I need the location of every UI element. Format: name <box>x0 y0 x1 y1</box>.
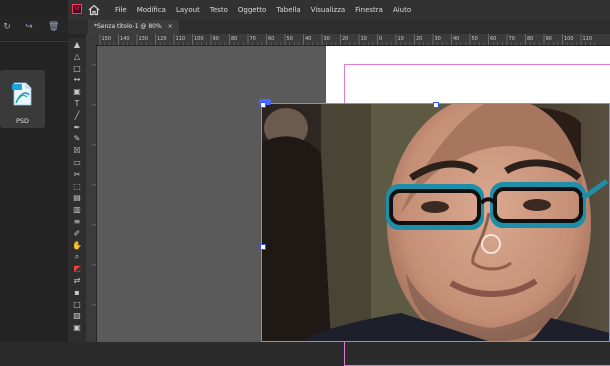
ruler-tick-label: 20 <box>342 36 348 42</box>
document-tab-bar: *Senza titolo-1 @ 80% × <box>68 20 610 34</box>
menu-item-modifica[interactable]: Modifica <box>132 0 171 20</box>
swap-icon[interactable]: ⇄ <box>72 276 82 285</box>
menu-bar: Id File Modifica Layout Testo Oggetto Tabella… <box>68 0 610 20</box>
share-icon[interactable]: ↪ <box>24 22 34 32</box>
ruler-tick-label: 50 <box>287 36 293 42</box>
content-grabber[interactable] <box>481 234 501 254</box>
ruler-tick-label: 110 <box>583 36 593 42</box>
ruler-tick-label: 60 <box>268 36 274 42</box>
view-mode-icon[interactable]: ▣ <box>72 323 82 332</box>
gap-tool-icon[interactable]: ↔ <box>72 75 82 84</box>
zoom-icon[interactable]: ⌕ <box>72 252 82 261</box>
main-menu: File Modifica Layout Testo Oggetto Tabella Vis… <box>110 0 416 20</box>
trash-icon[interactable]: 🗑 <box>48 22 59 32</box>
indesign-logo-icon: Id <box>72 4 82 14</box>
horizontal-ruler[interactable]: 150 140 130 120 110 100 90 80 70 60 50 40 30 20 10 0 10 2… <box>86 34 610 46</box>
content-collector-icon[interactable]: ▣ <box>72 87 82 96</box>
divider <box>0 41 70 42</box>
home-icon[interactable] <box>88 4 100 16</box>
page-tool-icon[interactable]: □ <box>72 64 82 73</box>
fill-stroke-icon[interactable]: ◩ <box>72 264 82 273</box>
ruler-tick-label: 40 <box>305 36 311 42</box>
ruler-tick-label: 120 <box>157 36 167 42</box>
pen-icon[interactable]: ✒ <box>72 123 82 132</box>
selection-icon[interactable]: ▲ <box>72 40 82 49</box>
indesign-window: Id File Modifica Layout Testo Oggetto Tabella… <box>68 0 610 366</box>
formatting-icon[interactable]: □ <box>72 300 82 309</box>
menu-item-oggetto[interactable]: Oggetto <box>233 0 271 20</box>
pasteboard[interactable] <box>97 46 610 366</box>
ruler-tick-label: 140 <box>120 36 130 42</box>
default-colors-icon[interactable]: ▪ <box>72 288 82 297</box>
free-transform-icon[interactable]: ⬚ <box>72 182 82 191</box>
ruler-tick-label: 90 <box>213 36 219 42</box>
line-icon[interactable]: ╱ <box>72 111 82 120</box>
pencil-icon[interactable]: ✎ <box>72 134 82 143</box>
menu-item-finestra[interactable]: Finestra <box>350 0 388 20</box>
ruler-tick-label: 110 <box>176 36 186 42</box>
scissors-icon[interactable]: ✂ <box>72 170 82 179</box>
ruler-tick-label: 10 <box>361 36 367 42</box>
document-tab-title: *Senza titolo-1 @ 80% <box>94 23 162 30</box>
menu-item-layout[interactable]: Layout <box>171 0 205 20</box>
ruler-tick-label: 150 <box>102 36 112 42</box>
vertical-ruler[interactable] <box>86 45 97 342</box>
close-icon[interactable]: × <box>168 20 173 34</box>
rectangle-icon[interactable]: ▭ <box>72 158 82 167</box>
menu-item-tabella[interactable]: Tabella <box>271 0 305 20</box>
ruler-tick-label: 20 <box>416 36 422 42</box>
psd-file-icon <box>12 82 32 106</box>
ruler-tick-label: 70 <box>509 36 515 42</box>
menu-item-aiuto[interactable]: Aiuto <box>388 0 416 20</box>
resize-handle[interactable] <box>260 102 266 108</box>
background-window: ↻ ↪ 🗑 PSD <box>0 0 70 342</box>
sync-icon[interactable]: ↻ <box>2 22 12 32</box>
ruler-tick-label: 40 <box>453 36 459 42</box>
ruler-tick-label: 100 <box>564 36 574 42</box>
note-icon[interactable]: ≡ <box>72 217 82 226</box>
ruler-tick-label: 30 <box>324 36 330 42</box>
psd-file-label: PSD <box>15 117 30 125</box>
ruler-tick-label: 30 <box>435 36 441 42</box>
ruler-tick-label: 130 <box>139 36 149 42</box>
tools-panel: ▲ △ □ ↔ ▣ T ╱ ✒ ✎ ☒ ▭ ✂ ⬚ ▤ ▥ ≡ ✐ ✋ ⌕ ◩ ⇄ ▪ □ ▨ ▣ <box>68 34 87 342</box>
psd-file-tile[interactable]: PSD <box>0 70 45 128</box>
type-icon[interactable]: T <box>72 99 82 108</box>
hand-icon[interactable]: ✋ <box>72 241 82 250</box>
ruler-tick-label: 70 <box>250 36 256 42</box>
menu-item-file[interactable]: File <box>110 0 132 20</box>
ruler-tick-label: 100 <box>194 36 204 42</box>
rectangle-frame-icon[interactable]: ☒ <box>72 146 82 155</box>
eyedropper-icon[interactable]: ✐ <box>72 229 82 238</box>
panel-grip[interactable] <box>68 34 86 38</box>
ruler-tick-label: 80 <box>527 36 533 42</box>
ruler-tick-label: 0 <box>379 36 382 42</box>
ruler-tick-label: 10 <box>398 36 404 42</box>
ruler-tick-label: 60 <box>490 36 496 42</box>
background-toolbar: ↻ ↪ 🗑 <box>0 15 70 39</box>
direct-selection-icon[interactable]: △ <box>72 52 82 61</box>
apply-color-icon[interactable]: ▨ <box>72 311 82 320</box>
resize-handle[interactable] <box>260 244 266 250</box>
placed-photo[interactable] <box>261 103 610 342</box>
gradient-swatch-icon[interactable]: ▤ <box>72 193 82 202</box>
ruler-tick-label: 80 <box>231 36 237 42</box>
ruler-tick-label: 50 <box>472 36 478 42</box>
resize-handle[interactable] <box>433 102 439 108</box>
ruler-tick-label: 90 <box>546 36 552 42</box>
menu-item-testo[interactable]: Testo <box>205 0 233 20</box>
menu-item-visualizza[interactable]: Visualizza <box>306 0 350 20</box>
document-tab[interactable]: *Senza titolo-1 @ 80% × <box>88 20 179 34</box>
gradient-feather-icon[interactable]: ▥ <box>72 205 82 214</box>
